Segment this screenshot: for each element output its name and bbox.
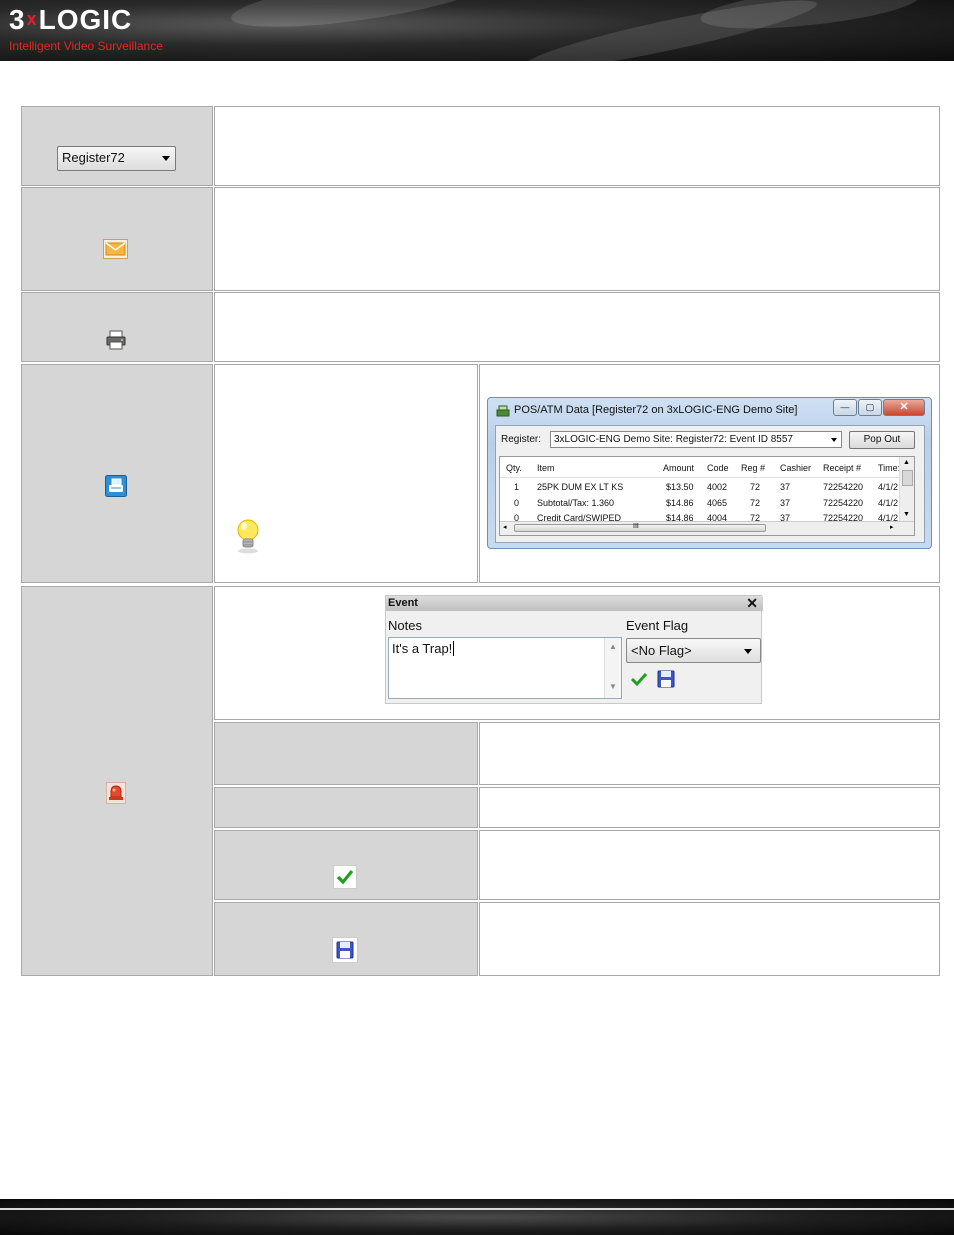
table-cell: 72254220 (823, 482, 864, 492)
row-pos-label-cell (21, 364, 213, 583)
column-header[interactable]: Receipt # (823, 463, 861, 473)
horizontal-scrollbar[interactable]: ◂ III ▸ (500, 521, 914, 535)
footer-banner (0, 1199, 954, 1235)
column-header[interactable]: Qty. (506, 463, 522, 473)
company-logo: 3xLOGIC (9, 4, 133, 35)
subrow-1-label-cell (214, 722, 478, 785)
column-header[interactable]: Amount (663, 463, 694, 473)
chevron-down-icon (831, 438, 837, 442)
subrow-1-desc-cell (479, 722, 940, 785)
notes-label: Notes (388, 618, 422, 633)
event-panel-title: Event (386, 596, 763, 611)
floppy-disk-icon[interactable] (657, 670, 675, 688)
subrow-2-label-cell (214, 787, 478, 828)
alarm-bell-icon[interactable] (106, 782, 126, 804)
row-email-desc-cell (214, 187, 940, 291)
table-cell: 4065 (707, 498, 728, 508)
pop-out-button[interactable]: Pop Out (849, 431, 915, 449)
scroll-down-icon[interactable]: ▼ (903, 511, 910, 518)
footer-divider (0, 1208, 954, 1210)
table-cell: 4/1/2 (878, 482, 899, 492)
table-cell: 72254220 (823, 498, 864, 508)
scroll-right-icon[interactable]: ▸ (890, 523, 894, 531)
notes-textarea[interactable]: It's a Trap! ▲ ▼ (388, 637, 622, 699)
subrow-2-desc-cell (479, 787, 940, 828)
subrow-3-desc-cell (479, 830, 940, 900)
pos-register-icon[interactable] (105, 475, 127, 497)
table-cell: 0 (514, 498, 520, 508)
subrow-4-desc-cell (479, 902, 940, 976)
header-banner: 3xLOGIC Intelligent Video Surveillance (0, 0, 954, 61)
event-panel: Event ✕ Notes Event Flag It's a Trap! ▲ … (385, 595, 763, 704)
tagline: Intelligent Video Surveillance (9, 39, 163, 53)
minimize-button[interactable]: — (833, 399, 857, 416)
table-cell: 25PK DUM EX LT KS (537, 482, 624, 492)
pos-data-grid: Qty. Item Amount Code Reg # Cashier Rece… (499, 456, 915, 536)
vertical-scrollbar[interactable]: ▲ ▼ (899, 457, 914, 523)
table-cell: $14.86 (666, 498, 694, 508)
maximize-button[interactable]: ▢ (858, 399, 882, 416)
column-header[interactable]: Item (537, 463, 555, 473)
row-print-desc-cell (214, 292, 940, 362)
checkmark-icon[interactable] (630, 671, 648, 687)
checkmark-icon[interactable] (333, 865, 357, 889)
table-cell: 4/1/2 (878, 498, 899, 508)
pos-window-body: Register: 3xLOGIC-ENG Demo Site: Registe… (495, 425, 925, 543)
notes-scrollbar[interactable]: ▲ ▼ (604, 638, 621, 698)
chevron-down-icon (744, 649, 752, 654)
row-print-label-cell (21, 292, 213, 362)
register-dropdown[interactable]: Register72 (57, 146, 176, 171)
table-cell: 1 (514, 482, 520, 492)
column-header[interactable]: Cashier (780, 463, 811, 473)
column-header[interactable]: Reg # (741, 463, 765, 473)
pos-window-title: POS/ATM Data [Register72 on 3xLOGIC-ENG … (514, 404, 798, 416)
close-button[interactable]: ✕ (883, 399, 925, 416)
scroll-up-icon[interactable]: ▲ (609, 642, 617, 651)
pos-atm-window: POS/ATM Data [Register72 on 3xLOGIC-ENG … (487, 397, 932, 549)
table-cell: 72 (750, 482, 761, 492)
register-dropdown-value: Register72 (62, 150, 125, 165)
floppy-disk-icon[interactable] (332, 937, 358, 963)
scroll-down-icon[interactable]: ▼ (609, 682, 617, 691)
scroll-thumb[interactable]: III (514, 523, 766, 532)
table-cell: 4002 (707, 482, 728, 492)
register-select-value: 3xLOGIC-ENG Demo Site: Register72: Event… (554, 434, 793, 445)
row-alarm-label-cell (21, 586, 213, 976)
scroll-thumb[interactable] (902, 470, 913, 486)
register-label: Register: (501, 434, 542, 445)
table-cell: 72 (750, 498, 761, 508)
column-header[interactable]: Code (707, 463, 729, 473)
event-flag-value: <No Flag> (631, 643, 692, 658)
lightbulb-icon (237, 519, 259, 554)
close-icon[interactable]: ✕ (746, 596, 758, 611)
column-header[interactable]: Time: (878, 463, 900, 473)
chevron-down-icon (162, 156, 170, 161)
table-cell: 37 (780, 498, 791, 508)
pos-window-icon (496, 405, 510, 417)
header-divider (500, 477, 900, 478)
scroll-grip: III (633, 523, 639, 530)
register-select[interactable]: 3xLOGIC-ENG Demo Site: Register72: Event… (550, 431, 842, 448)
event-flag-label: Event Flag (626, 618, 689, 633)
row-register-desc-cell (214, 106, 940, 186)
printer-icon[interactable] (105, 329, 127, 351)
scroll-left-icon[interactable]: ◂ (503, 523, 507, 531)
scroll-up-icon[interactable]: ▲ (903, 459, 910, 466)
event-flag-select[interactable]: <No Flag> (626, 638, 761, 663)
table-cell: Subtotal/Tax: 1.360 (537, 498, 615, 508)
envelope-icon[interactable] (103, 239, 128, 259)
table-cell: $13.50 (666, 482, 694, 492)
table-cell: 37 (780, 482, 791, 492)
notes-value: It's a Trap! (392, 641, 453, 656)
